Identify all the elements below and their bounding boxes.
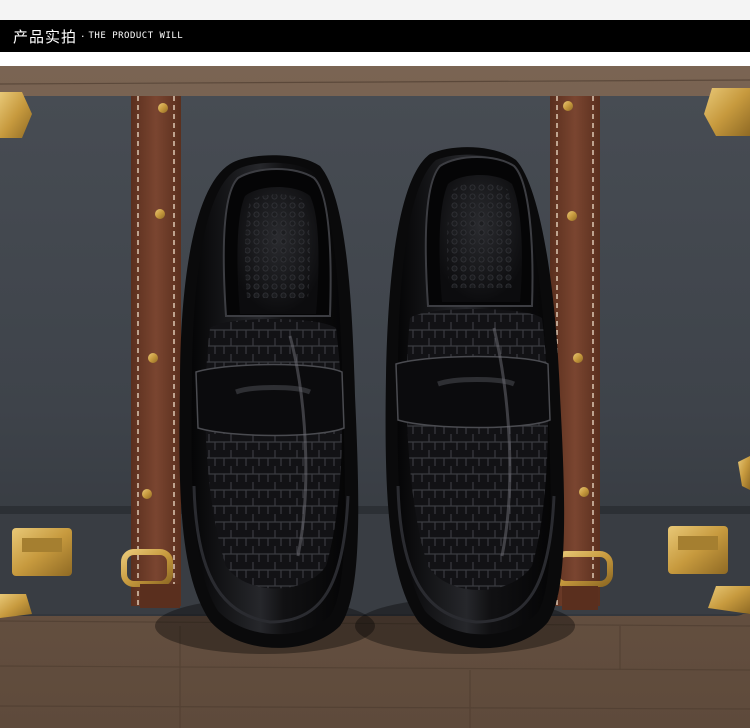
section-subtitle: THE PRODUCT WILL — [88, 31, 184, 41]
section-header: 产品实拍 · THE PRODUCT WILL — [0, 20, 750, 52]
left-shoe — [179, 155, 359, 648]
right-shoe — [385, 147, 565, 649]
section-title: 产品实拍 — [13, 27, 78, 46]
product-photo — [0, 66, 750, 728]
product-photo-illustration — [0, 66, 750, 728]
spacer — [0, 52, 750, 66]
title-separator: · — [81, 29, 85, 43]
top-strip — [0, 0, 750, 20]
product-detail-page: 产品实拍 · THE PRODUCT WILL — [0, 0, 750, 728]
